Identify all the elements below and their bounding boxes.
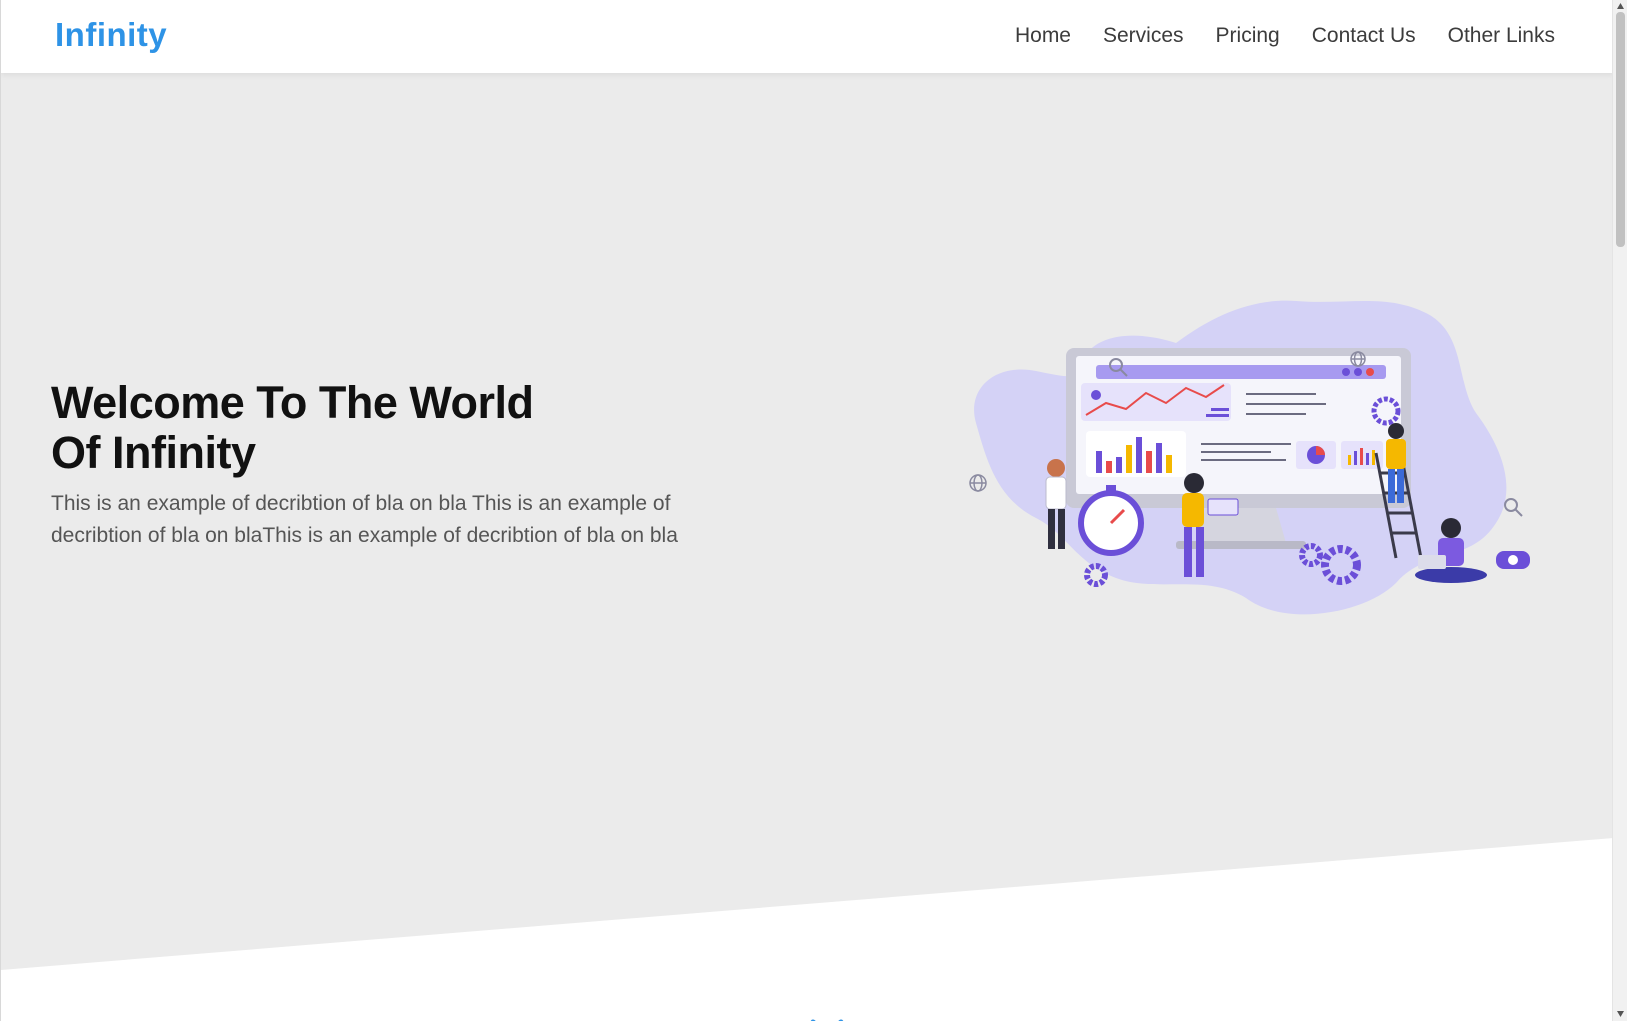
nav-services[interactable]: Services (1103, 24, 1184, 48)
nav-contact-us[interactable]: Contact Us (1312, 24, 1416, 48)
scroll-up-arrow-icon[interactable] (1616, 2, 1625, 11)
hero-text-block: Welcome To The World Of Infinity This is… (51, 378, 751, 552)
bar-chart-card (1086, 431, 1186, 477)
hero-title-line-2: Of Infinity (51, 427, 256, 478)
magnifier-icon-right (1504, 498, 1523, 517)
nav-home[interactable]: Home (1015, 24, 1071, 48)
brand-logo[interactable]: Infinity (55, 16, 167, 54)
analytics-illustration (969, 300, 1530, 615)
top-navbar: Infinity Home Services Pricing Contact U… (1, 0, 1612, 73)
hero-title: Welcome To The World Of Infinity (51, 378, 751, 478)
hero-description: This is an example of decribtion of bla … (51, 492, 678, 547)
page: Welcome To The World Of Infinity This is… (0, 0, 1612, 1021)
main-nav: Home Services Pricing Contact Us Other L… (1015, 24, 1555, 48)
gear-left (1084, 563, 1108, 587)
hero-section: Welcome To The World Of Infinity This is… (1, 73, 1612, 1021)
hero-title-line-1: Welcome To The World (51, 377, 534, 428)
line-chart-card (1081, 383, 1231, 421)
nav-pricing[interactable]: Pricing (1216, 24, 1280, 48)
chat-gear-icon (1496, 551, 1530, 569)
nav-other-links[interactable]: Other Links (1448, 24, 1555, 48)
globe-icon-left (969, 474, 987, 492)
scroll-down-arrow-icon[interactable] (1616, 1009, 1625, 1018)
person-left (1045, 459, 1067, 549)
vertical-scrollbar[interactable] (1612, 0, 1627, 1021)
scrollbar-thumb[interactable] (1616, 12, 1625, 247)
